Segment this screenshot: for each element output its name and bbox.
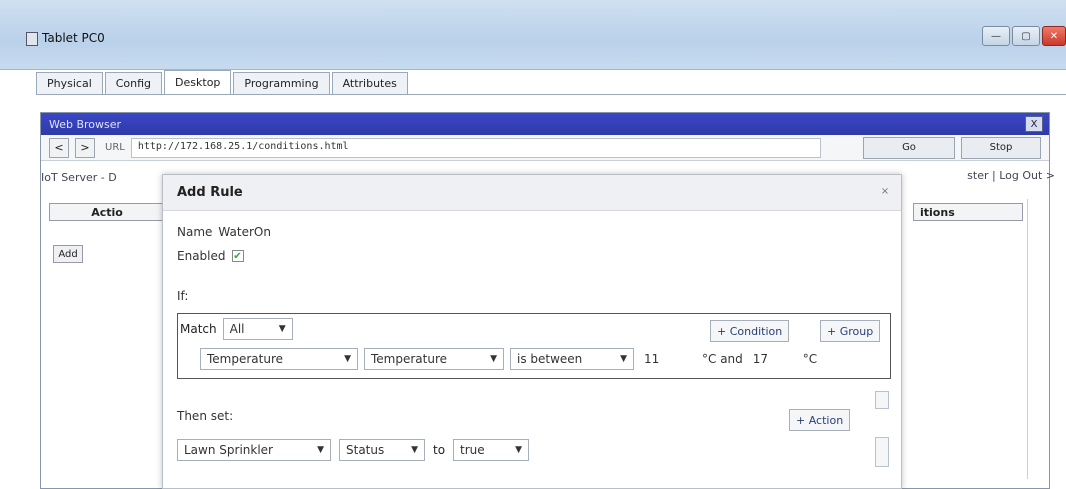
match-label: Match xyxy=(180,322,217,336)
chevron-down-icon: ▼ xyxy=(411,445,418,455)
add-rule-dialog: Add Rule × Name WaterOn Enabled ✔ If: Ma… xyxy=(162,174,902,489)
actions-column-header: Actio xyxy=(49,203,165,221)
action-property-select[interactable]: Status ▼ xyxy=(339,439,425,461)
maximize-button[interactable]: ▢ xyxy=(1012,26,1040,46)
action-scroll-button[interactable] xyxy=(875,437,889,467)
tab-desktop[interactable]: Desktop xyxy=(164,70,232,94)
add-condition-button[interactable]: + Condition xyxy=(710,320,790,342)
tab-divider xyxy=(36,94,1066,95)
add-group-button[interactable]: + Group xyxy=(820,320,881,342)
stop-button[interactable]: Stop xyxy=(961,136,1041,159)
action-value-select[interactable]: true ▼ xyxy=(453,439,530,461)
low-value-input[interactable]: 11 xyxy=(640,348,696,370)
operator-value: is between xyxy=(517,352,583,366)
condition-group: Match All ▼ + Condition + Group Temperat… xyxy=(177,313,891,379)
match-value: All xyxy=(229,322,245,336)
then-label-row: Then set: xyxy=(177,409,233,423)
chevron-down-icon: ▼ xyxy=(515,445,523,455)
match-row: Match All ▼ xyxy=(178,318,293,340)
app-icon xyxy=(26,32,38,46)
action-device-value: Lawn Sprinkler xyxy=(184,443,273,457)
url-input[interactable]: http://172.168.25.1/conditions.html xyxy=(130,137,821,158)
enabled-row: Enabled ✔ xyxy=(177,249,244,263)
property-value: Temperature xyxy=(371,352,448,366)
action-device-select[interactable]: Lawn Sprinkler ▼ xyxy=(177,439,331,461)
window-titlebar: Tablet PC0 — ▢ ✕ xyxy=(0,0,1066,70)
action-row: Lawn Sprinkler ▼ Status ▼ to true ▼ xyxy=(177,439,530,461)
forward-button[interactable]: > xyxy=(75,137,95,158)
browser-titlebar: Web Browser X xyxy=(41,113,1049,135)
to-label: to xyxy=(433,443,446,457)
action-property-value: Status xyxy=(346,443,385,457)
chevron-down-icon: ▼ xyxy=(344,354,351,364)
operator-select[interactable]: is between ▼ xyxy=(510,348,634,370)
if-label: If: xyxy=(177,289,189,303)
window-title: Tablet PC0 xyxy=(42,31,105,45)
if-label-row: If: xyxy=(177,289,188,303)
device-select[interactable]: Temperature ▼ xyxy=(200,348,358,370)
chevron-down-icon: ▼ xyxy=(317,445,324,455)
name-label: Name xyxy=(177,225,213,239)
chevron-down-icon: ▼ xyxy=(278,324,286,334)
back-button[interactable]: < xyxy=(49,137,69,158)
high-value-input[interactable]: 17 xyxy=(749,348,797,370)
name-input[interactable]: WaterOn xyxy=(218,225,271,239)
window-controls: — ▢ ✕ xyxy=(982,26,1066,46)
device-value: Temperature xyxy=(207,352,284,366)
condition-row: Temperature ▼ Temperature ▼ is between ▼… xyxy=(200,348,817,370)
unit-label: °C xyxy=(802,352,818,366)
conditions-column-header: itions xyxy=(913,203,1023,221)
unit-and-label: °C and xyxy=(702,352,743,366)
browser-title: Web Browser xyxy=(49,117,122,131)
condition-scroll-button[interactable] xyxy=(875,391,889,409)
url-label: URL xyxy=(105,142,125,153)
dialog-header: Add Rule × xyxy=(163,175,901,211)
enabled-checkbox[interactable]: ✔ xyxy=(231,250,244,262)
name-row: Name WaterOn xyxy=(177,225,271,239)
browser-close-button[interactable]: X xyxy=(1025,116,1043,132)
close-button[interactable]: ✕ xyxy=(1042,26,1066,46)
action-value: true xyxy=(460,443,485,457)
tab-programming[interactable]: Programming xyxy=(233,72,330,94)
tab-bar: Physical Config Desktop Programming Attr… xyxy=(36,70,408,94)
dialog-close-icon[interactable]: × xyxy=(879,185,891,197)
property-select[interactable]: Temperature ▼ xyxy=(364,348,504,370)
browser-navbar: < > URL http://172.168.25.1/conditions.h… xyxy=(41,135,1049,161)
breadcrumb[interactable]: IoT Server - D xyxy=(41,171,117,184)
go-button[interactable]: Go xyxy=(863,136,955,159)
tab-attributes[interactable]: Attributes xyxy=(331,72,408,94)
tab-physical[interactable]: Physical xyxy=(36,72,103,94)
dialog-title: Add Rule xyxy=(177,185,243,200)
enabled-label: Enabled xyxy=(177,249,226,263)
page-scrollbar[interactable] xyxy=(1027,199,1035,479)
chevron-down-icon: ▼ xyxy=(620,354,627,364)
add-rule-button[interactable]: Add xyxy=(53,245,83,263)
user-links[interactable]: ster | Log Out > xyxy=(967,169,1055,182)
add-action-button[interactable]: + Action xyxy=(789,409,851,431)
then-label: Then set: xyxy=(177,409,234,423)
chevron-down-icon: ▼ xyxy=(490,354,497,364)
tab-config[interactable]: Config xyxy=(104,72,163,94)
minimize-button[interactable]: — xyxy=(982,26,1010,46)
match-select[interactable]: All ▼ xyxy=(222,318,293,340)
